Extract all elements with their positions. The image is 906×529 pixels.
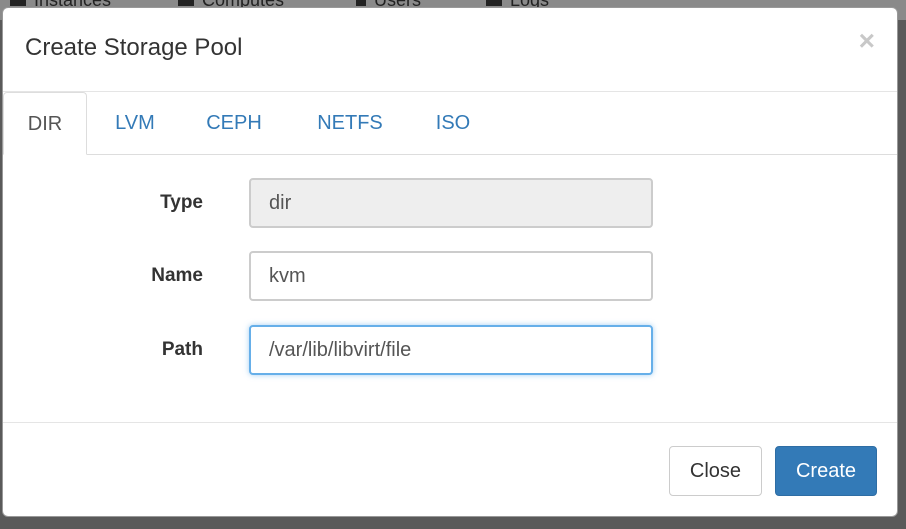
type-field[interactable] xyxy=(249,178,653,228)
tab-iso[interactable]: ISO xyxy=(427,92,479,154)
modal-title: Create Storage Pool xyxy=(25,34,243,61)
type-label: Type xyxy=(160,192,203,213)
close-icon[interactable]: × xyxy=(859,26,875,56)
create-storage-pool-modal: Create Storage Pool × DIR LVM CEPH NETFS… xyxy=(2,7,898,517)
computes-icon xyxy=(178,0,194,7)
type-row: Type xyxy=(3,178,897,228)
tab-ceph[interactable]: CEPH xyxy=(201,92,267,154)
path-label: Path xyxy=(161,339,203,360)
logs-icon xyxy=(486,0,502,7)
instances-icon xyxy=(10,0,26,7)
create-button[interactable]: Create xyxy=(775,446,877,496)
name-row: Name xyxy=(3,251,897,301)
name-field[interactable] xyxy=(249,251,653,301)
modal-footer: Close Create xyxy=(3,422,897,517)
name-label: Name xyxy=(151,265,203,286)
tab-lvm[interactable]: LVM xyxy=(107,92,163,154)
close-button[interactable]: Close xyxy=(669,446,762,496)
path-row: Path xyxy=(3,325,897,375)
pool-type-tabs: DIR LVM CEPH NETFS ISO xyxy=(3,92,897,155)
tab-dir[interactable]: DIR xyxy=(3,92,87,155)
users-icon xyxy=(356,0,366,7)
tab-netfs[interactable]: NETFS xyxy=(309,92,391,154)
path-field[interactable] xyxy=(249,325,653,375)
modal-header: Create Storage Pool × xyxy=(3,8,897,92)
